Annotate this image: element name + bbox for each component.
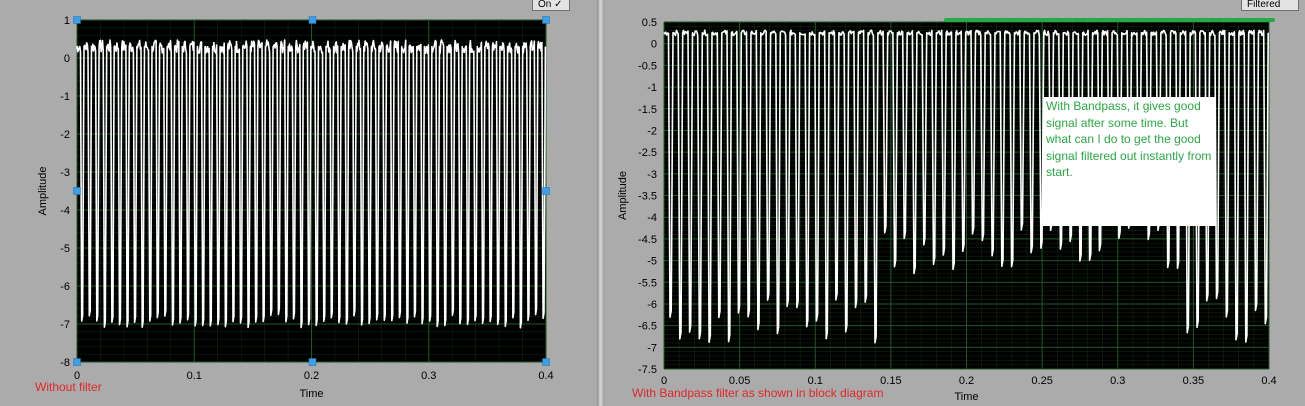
left-y-tick-label: -3	[60, 167, 70, 179]
right-y-tick-label: -5.5	[638, 277, 657, 289]
right-y-tick-label: 0.5	[642, 17, 657, 29]
right-x-tick-label: 0.25	[1031, 375, 1052, 387]
right-x-tick-label: 0.35	[1183, 375, 1204, 387]
resize-handle	[73, 187, 81, 195]
left-y-tick-label: -2	[60, 129, 70, 141]
left-y-tick-label: -8	[60, 357, 70, 369]
resize-handle	[542, 187, 550, 195]
right-y-tick-label: -6	[647, 299, 657, 311]
right-y-tick-label: -5	[647, 256, 657, 268]
resize-handle	[308, 358, 317, 366]
left-y-tick-label: -1	[60, 91, 70, 103]
resize-handle	[308, 16, 317, 24]
right-y-tick-label: 0	[651, 39, 657, 51]
right-x-tick-label: 0.3	[1110, 375, 1125, 387]
right-y-tick-label: -7.5	[638, 364, 657, 376]
left-y-tick-label: 0	[64, 53, 70, 65]
left-caption: Without filter	[35, 380, 102, 394]
right-x-axis-title: Time	[954, 391, 978, 403]
right-caption: With Bandpass filter as shown in block d…	[632, 386, 884, 400]
annotation-note: With Bandpass, it gives good signal afte…	[1043, 97, 1216, 226]
left-x-tick-label: 0.4	[538, 370, 553, 382]
right-y-tick-label: -3.5	[638, 191, 657, 203]
filtered-toggle-label: Filtered	[1247, 0, 1281, 10]
left-y-tick-label: -4	[60, 205, 70, 217]
left-y-axis-title: Amplitude	[37, 167, 49, 216]
resize-handle	[73, 16, 81, 24]
right-y-tick-label: -2	[647, 125, 657, 137]
right-y-tick-label: -1	[647, 82, 657, 94]
left-x-tick-label: 0.3	[421, 370, 436, 382]
resize-handle	[73, 358, 81, 366]
left-y-tick-label: 1	[64, 15, 70, 27]
checkmark-icon: ✓	[554, 0, 563, 10]
resize-handle	[542, 358, 550, 366]
resize-handle	[542, 16, 550, 24]
right-y-tick-label: -0.5	[638, 60, 657, 72]
left-y-tick-label: -6	[60, 281, 70, 293]
right-y-tick-label: -3	[647, 169, 657, 181]
right-x-tick-label: 0.2	[959, 375, 974, 387]
right-x-tick-label: 0.4	[1261, 375, 1276, 387]
right-y-axis-title: Amplitude	[617, 171, 629, 220]
right-y-tick-label: -2.5	[638, 147, 657, 159]
left-x-tick-label: 0.2	[304, 370, 319, 382]
right-y-tick-label: -4	[647, 212, 657, 224]
filtered-toggle-button[interactable]: Filtered	[1241, 0, 1299, 11]
left-x-tick-label: 0.1	[187, 370, 202, 382]
left-x-axis-title: Time	[299, 388, 323, 400]
left-y-tick-label: -7	[60, 319, 70, 331]
left-y-tick-label: -5	[60, 243, 70, 255]
right-y-tick-label: -6.5	[638, 321, 657, 333]
on-toggle-label: On	[538, 0, 552, 10]
right-y-tick-label: -7	[647, 342, 657, 354]
right-y-tick-label: -4.5	[638, 234, 657, 246]
right-y-tick-label: -1.5	[638, 104, 657, 116]
on-toggle-button[interactable]: On ✓	[532, 0, 570, 11]
